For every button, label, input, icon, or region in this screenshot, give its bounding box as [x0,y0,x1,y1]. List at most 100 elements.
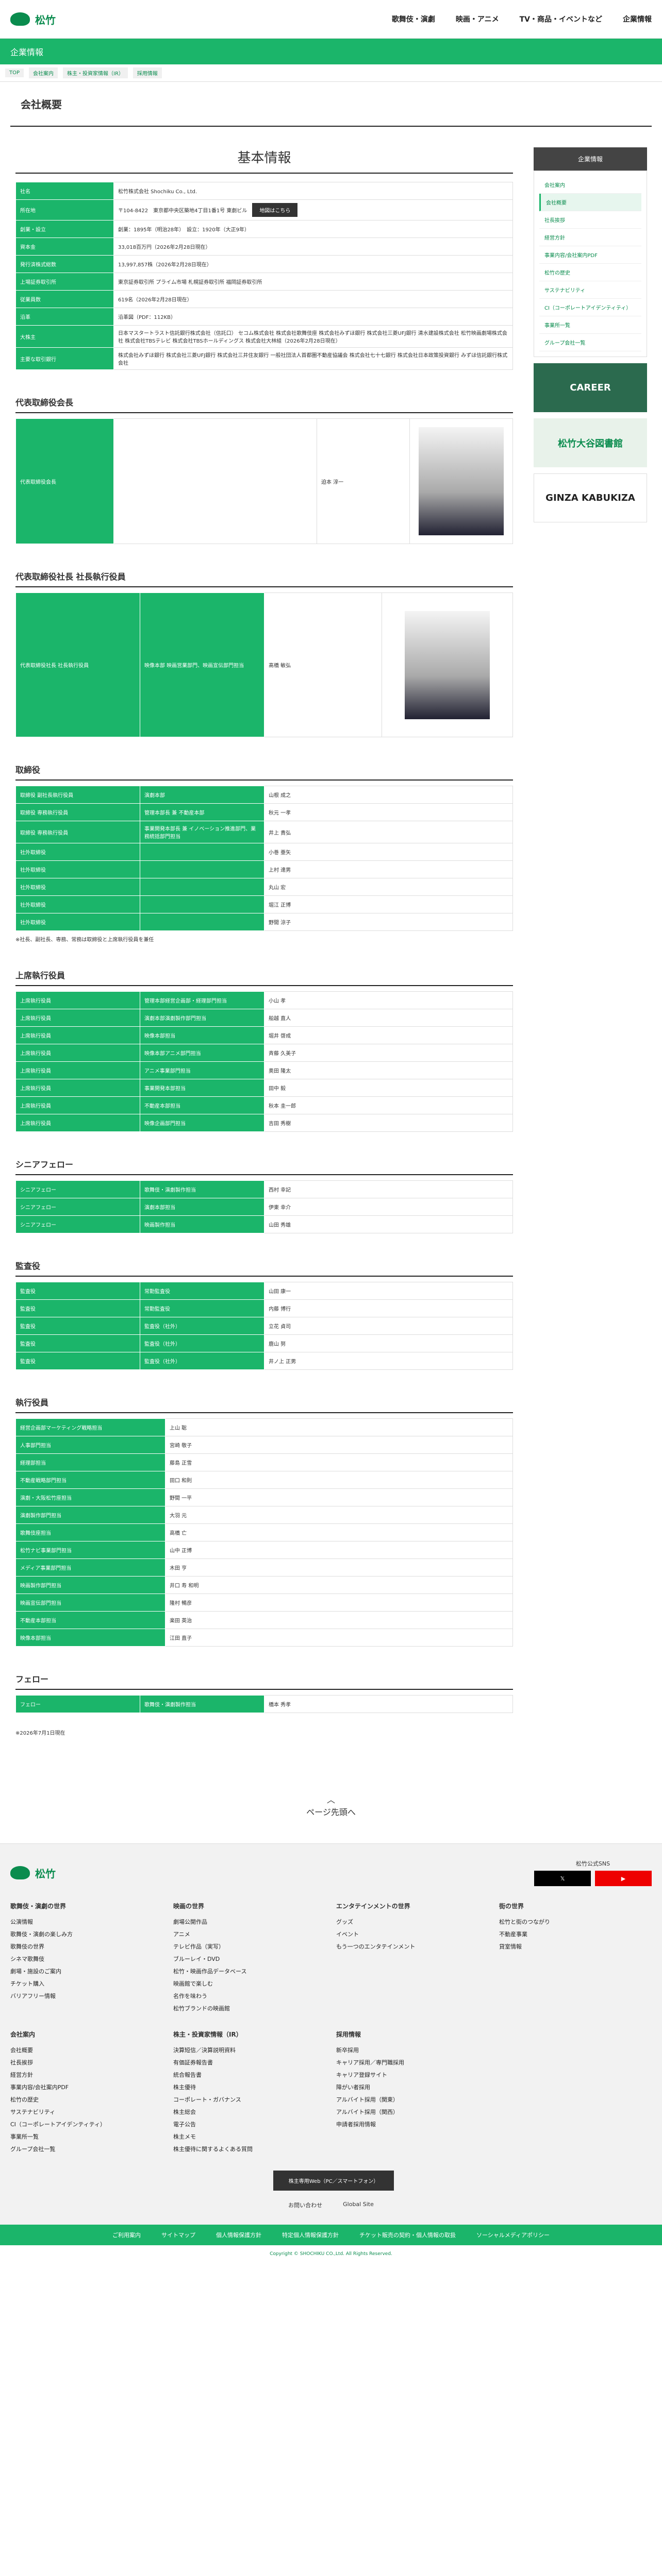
sidebar-item[interactable]: グループ会社一覧 [539,334,641,351]
basic-value: 創業：1895年（明治28年） 設立：1920年（大正9年） [113,220,513,238]
sidebar-item[interactable]: 事業所一覧 [539,316,641,334]
footer-link[interactable]: 松竹の歴史 [10,2093,163,2106]
banner-library[interactable]: 松竹大谷図書館 [534,418,647,467]
footer-col-list: 松竹と街のつながり 不動産事業 貸室情報 [499,1916,652,1953]
footer-link[interactable]: CI（コーポレートアイデンティティ） [10,2118,163,2130]
footer-link[interactable]: 社長挨拶 [10,2056,163,2069]
footer-link[interactable]: 新卒採用 [336,2044,489,2056]
footer-link[interactable]: 劇場公開作品 [173,1916,326,1928]
footer-link[interactable]: アルバイト採用（関西） [336,2106,489,2118]
footer-link[interactable]: 名作を味わう [173,1990,326,2002]
footer-link[interactable]: キャリア登録サイト [336,2069,489,2081]
map-button[interactable]: 地図はこちら [252,203,298,217]
sidebar-item[interactable]: サステナビリティ [539,281,641,299]
footer-link[interactable]: 経営方針 [10,2069,163,2081]
bottom-link[interactable]: チケット販売の契約・個人情報の取扱 [359,2231,456,2239]
footer-link[interactable]: 株主メモ [173,2130,326,2143]
senior-duty: 映像本部担当 [140,1026,264,1044]
board-row: 社外取締役 丸山 宏 [15,878,513,896]
audit-role: 監査役 [15,1282,140,1300]
nav-kabuki[interactable]: 歌舞伎・演劇 [392,14,435,24]
footer-link[interactable]: 会社概要 [10,2044,163,2056]
footer-link[interactable]: 歌舞伎の世界 [10,1940,163,1953]
ir-web-button[interactable]: 株主専用Web（PC／スマートフォン） [273,2171,394,2191]
bottom-link[interactable]: 個人情報保護方針 [216,2231,261,2239]
footer-col-heading: 映画の世界 [173,1903,205,1910]
sidebar-item[interactable]: 経営方針 [539,229,641,246]
footer-link[interactable]: 決算短信／決算説明資料 [173,2044,326,2056]
bottom-link[interactable]: ソーシャルメディアポリシー [476,2231,550,2239]
bottom-link[interactable]: 特定個人情報保護方針 [282,2231,339,2239]
sidebar-item[interactable]: 社長挨拶 [539,211,641,229]
footer-link[interactable]: 松竹と街のつながり [499,1916,652,1928]
footer-link[interactable]: 株主優待 [173,2081,326,2093]
board-role: 取締役 専務執行役員 [15,803,140,821]
sidebar-item[interactable]: 会社概要 [539,194,641,211]
exec-row: 歌舞伎座担当 高橋 亡 [15,1523,513,1541]
page-top-link[interactable]: ︿ ページ先頭へ [0,1767,662,1844]
footer-link[interactable]: 松竹・映画作品データベース [173,1965,326,1977]
crumb-top[interactable]: TOP [5,69,24,77]
sidebar-head[interactable]: 企業情報 [534,147,647,171]
footer-link[interactable]: 映画館で楽しむ [173,1977,326,1990]
sidebar-item[interactable]: 事業内容/会社案内PDF [539,246,641,264]
footer-link[interactable]: アニメ [173,1928,326,1940]
footer-link[interactable]: 不動産事業 [499,1928,652,1940]
footer-link[interactable]: 株主総会 [173,2106,326,2118]
banner-kabukiza[interactable]: GINZA KABUKIZA [534,473,647,522]
fellow-role: シニアフェロー [15,1180,140,1198]
footer-link[interactable]: サステナビリティ [10,2106,163,2118]
footer-link[interactable]: グッズ [336,1916,489,1928]
footer-link[interactable]: チケット購入 [10,1977,163,1990]
x-icon[interactable]: 𝕏 [534,1871,591,1886]
exec-duty: 人事部門担当 [15,1436,166,1454]
footer-link[interactable]: 貸室情報 [499,1940,652,1953]
footer-link[interactable]: 電子公告 [173,2118,326,2130]
footer-logo[interactable]: 松竹 [10,1859,56,1886]
sidebar-item[interactable]: CI（コーポレートアイデンティティ） [539,299,641,316]
board-duty: 演劇本部 [140,786,264,804]
footer-link[interactable]: 歌舞伎・演劇の楽しみ方 [10,1928,163,1940]
footer-link[interactable]: 松竹ブランドの映画館 [173,2002,326,2014]
footer-link[interactable]: 申請者採用情報 [336,2118,489,2130]
footer-link[interactable]: 有価証券報告書 [173,2056,326,2069]
footer-link[interactable]: テレビ作品（実写） [173,1940,326,1953]
footer-link[interactable]: もう一つのエンタテインメント [336,1940,489,1953]
footer-link[interactable]: イベント [336,1928,489,1940]
basic-key: 主要な取引銀行 [15,347,114,370]
sidebar-item[interactable]: 会社案内 [539,176,641,194]
footer-link[interactable]: アルバイト採用（関東） [336,2093,489,2106]
footer-link[interactable]: 障がい者採用 [336,2081,489,2093]
footer-link[interactable]: コーポレート・ガバナンス [173,2093,326,2106]
crumb-recruit[interactable]: 採用情報 [133,67,162,78]
bottom-link[interactable]: ご利用案内 [112,2231,141,2239]
nav-tv[interactable]: TV・商品・イベントなど [520,14,602,24]
footer-link[interactable]: 公演情報 [10,1916,163,1928]
footer-link[interactable]: 株主優待に関するよくある質問 [173,2143,326,2155]
board-name: 堀江 正博 [264,895,513,913]
senior-name: 田中 毅 [264,1079,513,1097]
crumb-company[interactable]: 会社案内 [29,67,58,78]
footer-link[interactable]: バリアフリー情報 [10,1990,163,2002]
footer-link[interactable]: グループ会社一覧 [10,2143,163,2155]
footer-link[interactable]: 統合報告書 [173,2069,326,2081]
footer-link[interactable]: シネマ歌舞伎 [10,1953,163,1965]
footer-link[interactable]: ブルーレイ・DVD [173,1953,326,1965]
board-name: 小巻 亜矢 [264,843,513,861]
crumb-ir[interactable]: 株主・投資家情報（IR） [63,67,128,78]
bottom-link[interactable]: サイトマップ [161,2231,195,2239]
footer-link[interactable]: キャリア採用／専門職採用 [336,2056,489,2069]
nav-movie[interactable]: 映画・アニメ [456,14,499,24]
footer-link[interactable]: 事業所一覧 [10,2130,163,2143]
logo[interactable]: 松竹 [10,12,56,27]
sidebar-item[interactable]: 松竹の歴史 [539,264,641,281]
youtube-icon[interactable]: ▶ [595,1871,652,1886]
footer-link[interactable]: 劇場・施設のご案内 [10,1965,163,1977]
banner-career[interactable]: CAREER [534,363,647,412]
nav-corporate[interactable]: 企業情報 [623,14,652,24]
fellow-title: シニアフェロー [15,1158,513,1175]
exec-duty: 不動産戦略部門担当 [15,1471,166,1489]
global-site-link[interactable]: Global Site [343,2201,374,2209]
footer-link[interactable]: 事業内容/会社案内PDF [10,2081,163,2093]
contact-link[interactable]: お問い合わせ [288,2201,322,2209]
